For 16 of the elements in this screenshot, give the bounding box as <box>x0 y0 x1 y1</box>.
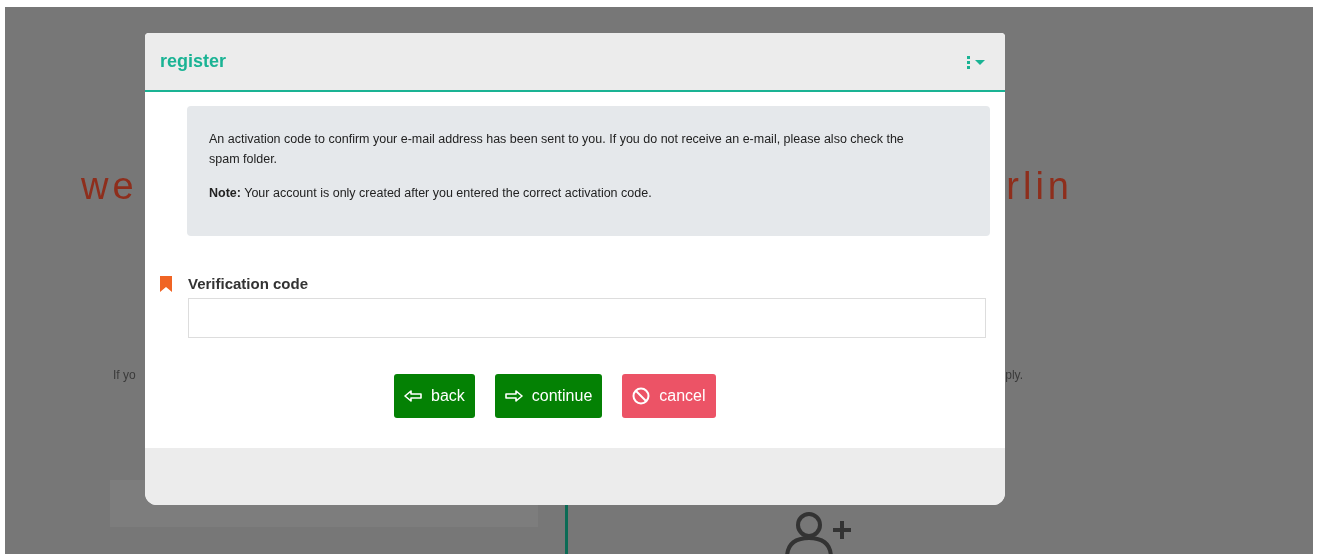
input-field[interactable] <box>188 298 986 338</box>
menu-icon[interactable] <box>965 54 987 69</box>
page-text: If yo <box>113 368 136 382</box>
right-arrow-icon <box>504 390 523 402</box>
page-heading: we <box>81 165 138 208</box>
page-heading: rlin <box>1006 165 1073 208</box>
field-label: Verification code <box>188 275 309 292</box>
action-button[interactable]: continue <box>494 374 603 418</box>
left-arrow-icon <box>404 390 422 402</box>
dialog-title: register <box>160 51 227 72</box>
prohibited-icon <box>632 387 651 405</box>
info-note: Note: Your account is only created after you entered the correct activation code. <box>209 185 653 202</box>
info-message: An activation code to confirm your e-mail address has been sent to you. If you do not receive an e-mail, please also check the spam folder. <box>209 131 905 168</box>
page-text: ply. <box>1005 368 1023 382</box>
action-button[interactable]: cancel <box>622 374 716 418</box>
action-button[interactable]: back <box>394 374 475 418</box>
